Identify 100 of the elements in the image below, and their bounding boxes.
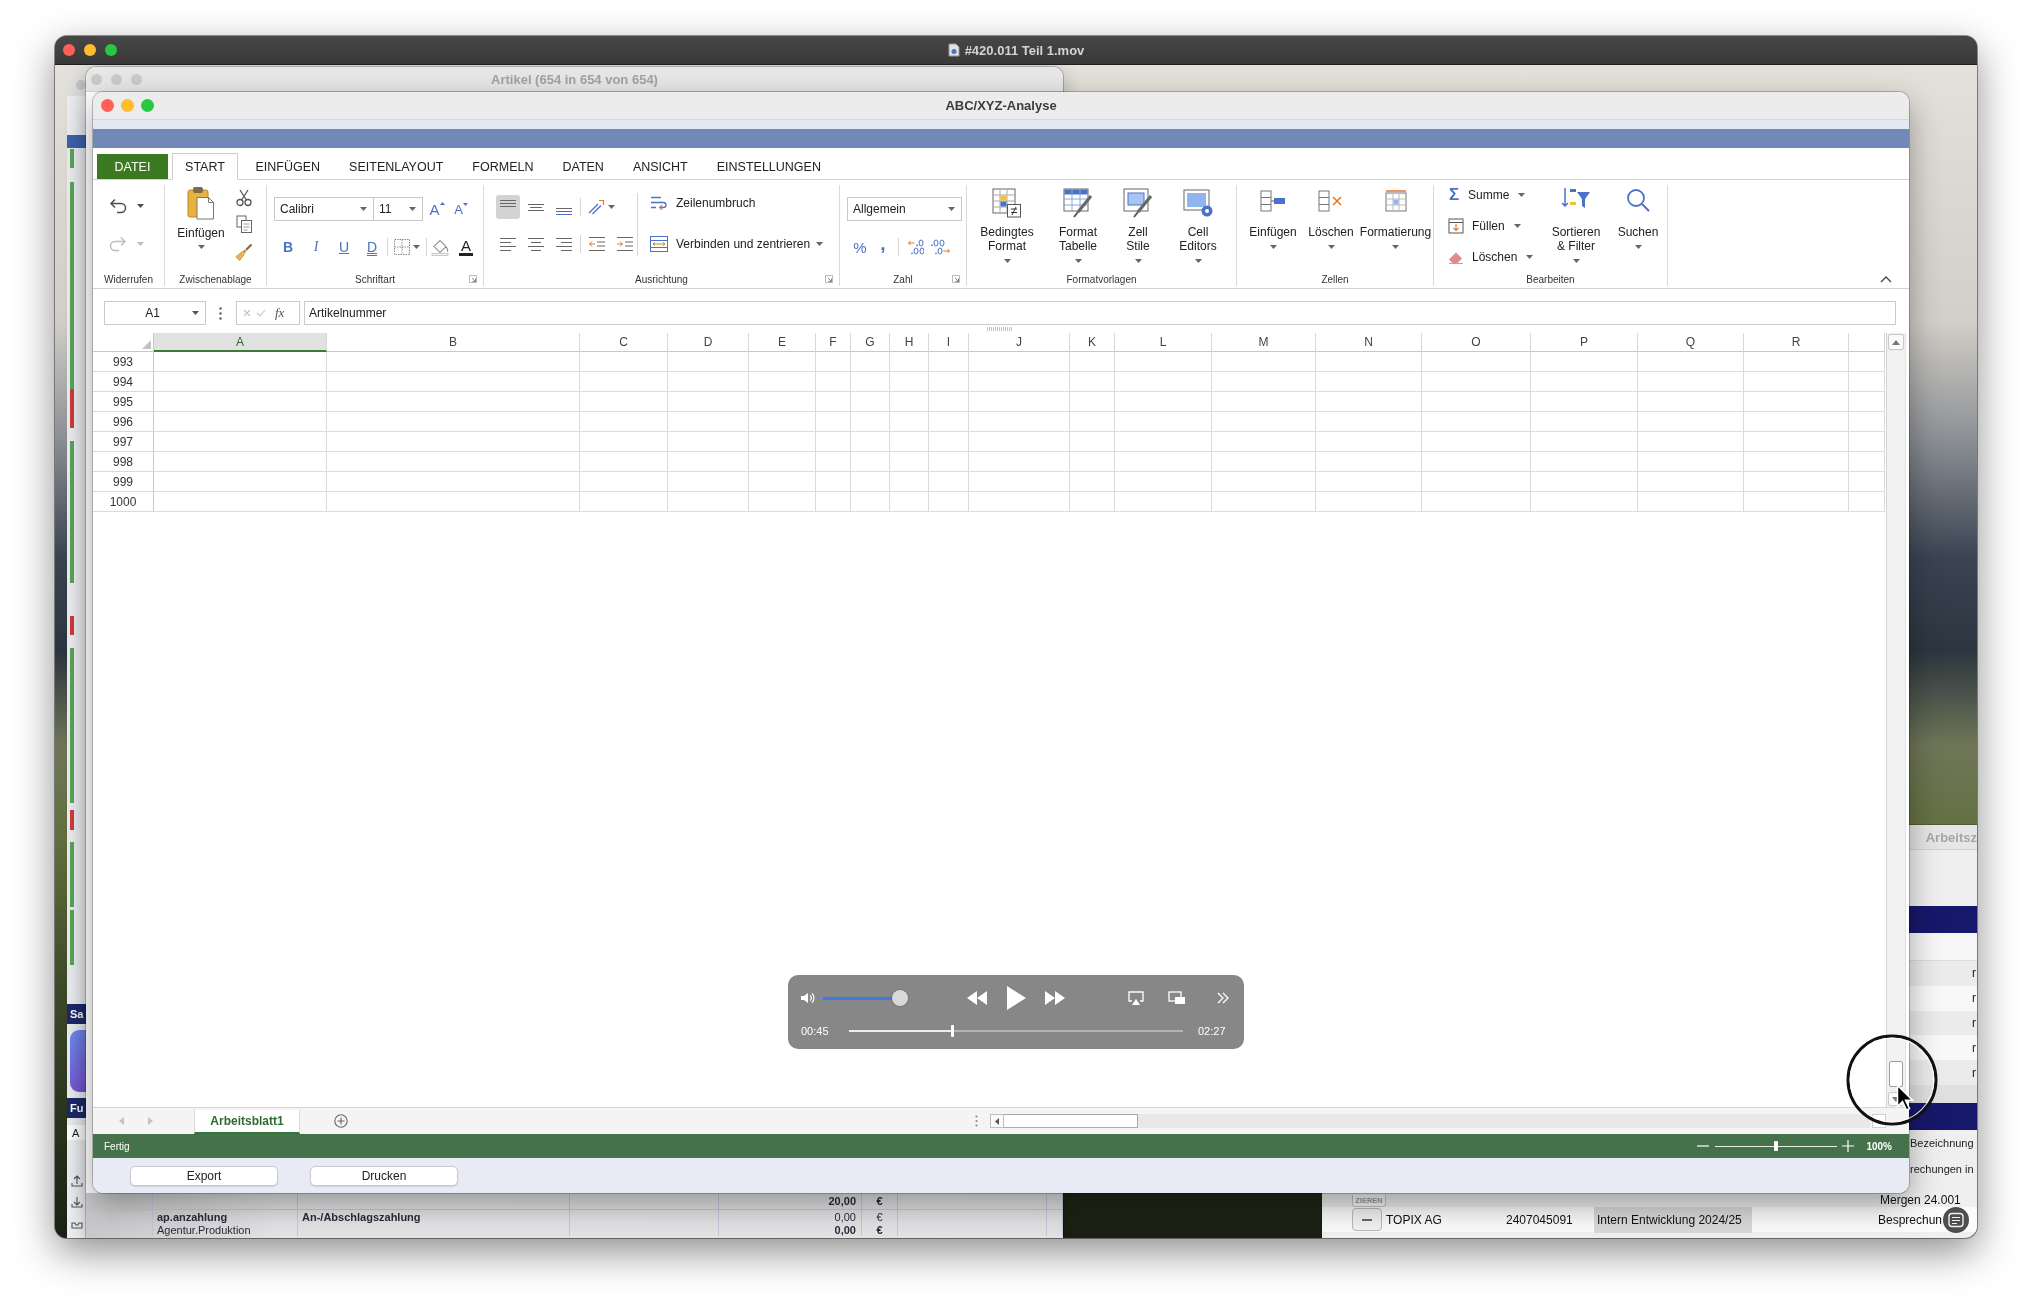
column-header[interactable]: I <box>929 333 969 352</box>
scroll-left-button[interactable] <box>990 1114 1004 1128</box>
column-header[interactable]: O <box>1422 333 1531 352</box>
cut-button[interactable] <box>235 189 253 207</box>
add-sheet-button[interactable] <box>333 1113 349 1129</box>
row-header[interactable]: 999 <box>93 472 154 492</box>
column-header[interactable]: A <box>154 333 327 352</box>
dialog-launcher-icon[interactable] <box>952 275 960 283</box>
sheet-tab[interactable]: Arbeitsblatt1 <box>194 1110 300 1134</box>
zoom-slider-thumb[interactable] <box>1774 1141 1779 1151</box>
volume-thumb[interactable] <box>892 990 908 1006</box>
rewind-icon[interactable] <box>966 991 988 1005</box>
row-header[interactable]: 995 <box>93 392 154 412</box>
double-underline-button[interactable]: D <box>363 235 381 259</box>
play-icon[interactable] <box>1006 986 1026 1010</box>
column-header[interactable]: G <box>851 333 890 352</box>
double-chevron-icon[interactable] <box>1217 992 1229 1004</box>
column-header[interactable]: H <box>890 333 929 352</box>
ribbon-tab[interactable]: SEITENLAYOUT <box>334 154 458 180</box>
column-header[interactable]: E <box>749 333 816 352</box>
wrap-text-button[interactable]: Zeilenumbruch <box>650 193 824 213</box>
scrollbar-thumb[interactable] <box>1004 1114 1138 1128</box>
zoom-slider[interactable] <box>1715 1140 1838 1152</box>
underline-button[interactable]: U <box>335 235 353 259</box>
row-header[interactable]: 993 <box>93 352 154 372</box>
column-header[interactable]: D <box>668 333 749 352</box>
close-button[interactable] <box>63 44 75 56</box>
ribbon-tab[interactable]: START <box>172 153 238 180</box>
vertical-scrollbar[interactable] <box>1886 333 1906 1107</box>
ribbon-tab[interactable]: FORMELN <box>457 154 548 180</box>
shrink-font-button[interactable]: A <box>450 197 472 221</box>
column-header[interactable]: N <box>1316 333 1422 352</box>
insert-cells-button[interactable]: Einfügen <box>1241 185 1305 249</box>
grow-font-button[interactable]: A <box>426 197 448 221</box>
more-icon[interactable] <box>219 306 222 320</box>
column-header[interactable]: F <box>816 333 851 352</box>
cell-reference-box[interactable]: A1 <box>104 301 206 325</box>
font-name-dropdown[interactable]: Calibri <box>274 197 374 221</box>
dialog-launcher-icon[interactable] <box>825 275 833 283</box>
row-header[interactable]: 1000 <box>93 492 154 512</box>
search-button[interactable]: Suchen <box>1612 185 1664 249</box>
cell-grid[interactable] <box>154 352 1885 512</box>
more-icon[interactable] <box>975 1115 978 1127</box>
column-header[interactable]: J <box>969 333 1070 352</box>
zoom-in-icon[interactable] <box>1842 1140 1855 1152</box>
horizontal-scrollbar[interactable] <box>990 1114 1870 1128</box>
format-table-button[interactable]: Format Tabelle <box>1043 185 1113 263</box>
download-icon[interactable] <box>71 1196 83 1208</box>
column-header[interactable]: L <box>1115 333 1212 352</box>
airplay-icon[interactable] <box>1128 991 1144 1005</box>
action-button[interactable]: Export <box>130 1165 278 1186</box>
scrollbar-thumb[interactable] <box>1889 1061 1903 1087</box>
font-color-button[interactable]: A <box>456 235 476 259</box>
remove-button[interactable] <box>1352 1208 1382 1232</box>
zoom-button[interactable] <box>105 44 117 56</box>
conditional-format-button[interactable]: Bedingtes Format <box>971 185 1043 263</box>
format-cells-button[interactable]: Formatierung <box>1357 185 1434 249</box>
row-header[interactable]: 998 <box>93 452 154 472</box>
action-button[interactable]: Drucken <box>310 1165 458 1186</box>
row-header[interactable]: 994 <box>93 372 154 392</box>
speaker-icon[interactable] <box>800 992 816 1004</box>
ribbon-tab[interactable]: ANSICHT <box>618 154 703 180</box>
sort-filter-button[interactable]: Sortieren & Filter <box>1546 185 1606 263</box>
ribbon-tab[interactable]: EINSTELLUNGEN <box>702 154 836 180</box>
ribbon-tab[interactable]: DATEN <box>547 154 619 180</box>
insert-function-button[interactable]: fx <box>275 305 285 321</box>
close-button[interactable] <box>101 99 114 112</box>
copy-button[interactable] <box>235 215 253 233</box>
bold-button[interactable]: B <box>279 235 297 259</box>
column-header[interactable]: B <box>327 333 580 352</box>
row-header[interactable]: 996 <box>93 412 154 432</box>
merge-center-button[interactable]: Verbinden und zentrieren <box>650 234 824 254</box>
percent-style-button[interactable]: % <box>851 235 869 259</box>
comma-style-button[interactable]: , <box>874 235 892 259</box>
paste-button[interactable]: Einfügen <box>172 185 230 249</box>
scroll-up-button[interactable] <box>1888 334 1904 350</box>
font-size-dropdown[interactable]: 11 <box>373 197 423 221</box>
formula-input[interactable]: Artikelnummer <box>304 301 1896 325</box>
ribbon-tab[interactable]: DATEI <box>97 154 168 179</box>
column-header[interactable]: R <box>1744 333 1849 352</box>
upload-icon[interactable] <box>71 1175 83 1187</box>
column-header[interactable]: M <box>1212 333 1316 352</box>
row-header[interactable]: 997 <box>93 432 154 452</box>
format-painter-button[interactable] <box>235 243 253 261</box>
minimize-button[interactable] <box>84 44 96 56</box>
cell-editors-button[interactable]: Cell Editors <box>1163 185 1233 263</box>
column-header[interactable]: Q <box>1638 333 1744 352</box>
column-header[interactable]: P <box>1531 333 1638 352</box>
italic-button[interactable]: I <box>307 235 325 259</box>
picture-in-picture-icon[interactable] <box>1168 991 1186 1005</box>
clear-button[interactable]: Löschen <box>1448 247 1546 267</box>
app-icon[interactable] <box>70 1030 86 1092</box>
number-format-dropdown[interactable]: Allgemein <box>847 197 962 221</box>
ribbon-tab[interactable]: EINFÜGEN <box>241 154 335 180</box>
cell-styles-button[interactable]: Zell Stile <box>1113 185 1163 263</box>
close-button[interactable] <box>76 80 86 90</box>
fill-button[interactable]: Füllen <box>1448 216 1546 236</box>
text-lines-icon[interactable] <box>1943 1207 1970 1233</box>
column-header[interactable]: K <box>1070 333 1115 352</box>
fast-forward-icon[interactable] <box>1044 991 1066 1005</box>
